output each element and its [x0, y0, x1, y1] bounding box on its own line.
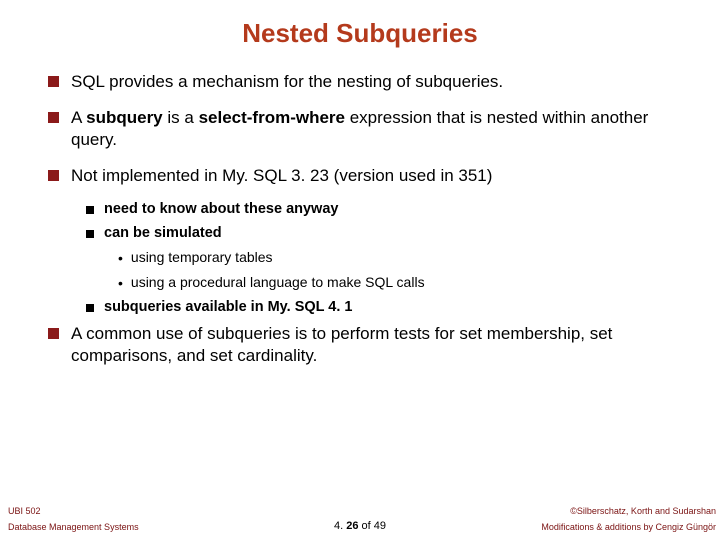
page-current: 26 [346, 520, 358, 532]
bullet-level2: can be simulated [86, 225, 682, 241]
square-bullet-icon [48, 170, 59, 181]
bullet-text: Not implemented in My. SQL 3. 23 (versio… [71, 165, 492, 187]
footer-row: UBI 502 ©Silberschatz, Korth and Sudarsh… [8, 506, 716, 516]
bullet-level3: • using temporary tables [118, 249, 682, 266]
square-bullet-icon [48, 328, 59, 339]
text-fragment: A [71, 108, 86, 127]
bullet-level2: need to know about these anyway [86, 201, 682, 217]
text-bold: subquery [86, 108, 163, 127]
dot-bullet-icon: • [118, 275, 123, 291]
bullet-text: A common use of subqueries is to perform… [71, 323, 682, 367]
bullet-level1: SQL provides a mechanism for the nesting… [48, 71, 682, 93]
square-bullet-icon [48, 112, 59, 123]
slide-title: Nested Subqueries [30, 18, 690, 49]
bullet-text: SQL provides a mechanism for the nesting… [71, 71, 503, 93]
square-bullet-icon [86, 206, 94, 214]
bullet-text: A subquery is a select-from-where expres… [71, 107, 682, 151]
bullet-text: using temporary tables [131, 249, 273, 265]
bullet-level1: A subquery is a select-from-where expres… [48, 107, 682, 151]
bullet-level3: • using a procedural language to make SQ… [118, 274, 682, 291]
page-total: of 49 [358, 520, 386, 532]
bullet-text: using a procedural language to make SQL … [131, 274, 425, 290]
bullet-level1: Not implemented in My. SQL 3. 23 (versio… [48, 165, 682, 187]
dot-bullet-icon: • [118, 250, 123, 266]
text-bold: select-from-where [199, 108, 345, 127]
square-bullet-icon [48, 76, 59, 87]
slide: Nested Subqueries SQL provides a mechani… [0, 0, 720, 540]
page-prefix: 4. [334, 520, 346, 532]
modifications-text: Modifications & additions by Cengiz Güng… [541, 522, 716, 532]
bullet-level1: A common use of subqueries is to perform… [48, 323, 682, 367]
bullet-text: can be simulated [104, 225, 222, 241]
slide-content: SQL provides a mechanism for the nesting… [30, 71, 690, 368]
course-code: UBI 502 [8, 506, 41, 516]
square-bullet-icon [86, 230, 94, 238]
subtitle-text: Database Management Systems [8, 522, 139, 532]
copyright-text: ©Silberschatz, Korth and Sudarshan [570, 506, 716, 516]
bullet-text: subqueries available in My. SQL 4. 1 [104, 299, 352, 315]
text-fragment: is a [163, 108, 199, 127]
bullet-level2: subqueries available in My. SQL 4. 1 [86, 299, 682, 315]
page-number: 4. 26 of 49 [334, 520, 386, 532]
bullet-text: need to know about these anyway [104, 201, 338, 217]
square-bullet-icon [86, 304, 94, 312]
